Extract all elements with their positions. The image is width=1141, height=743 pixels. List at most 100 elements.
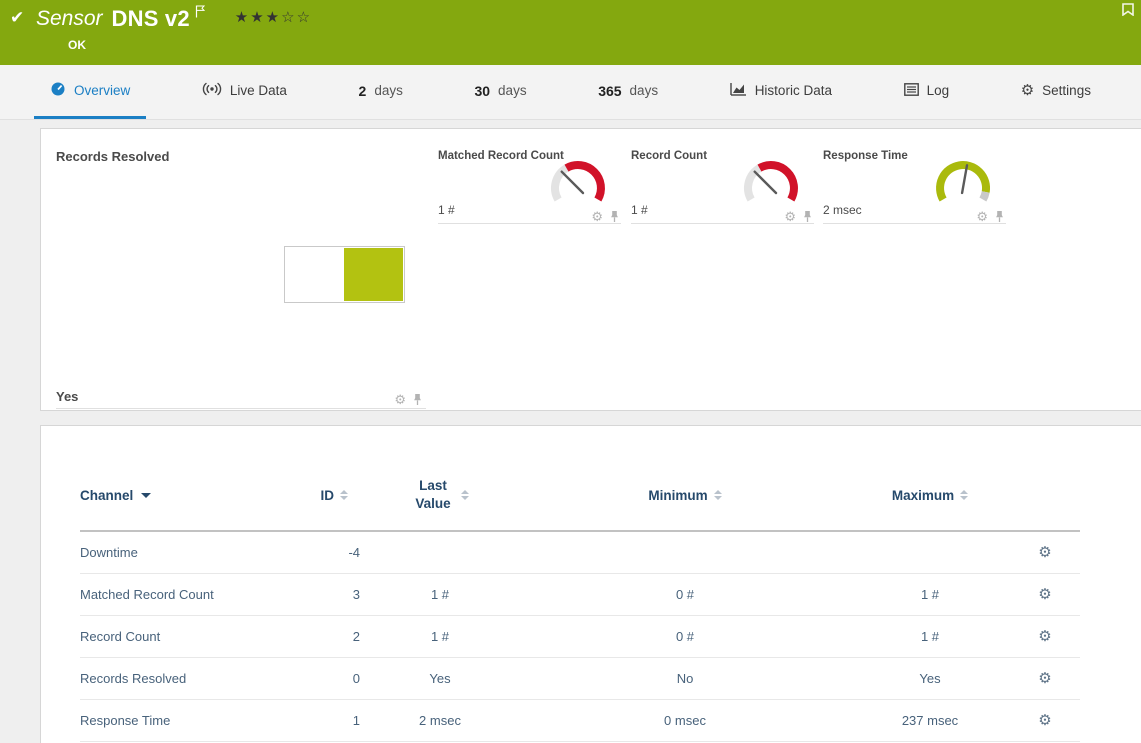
- tab-live-data-label: Live Data: [230, 83, 287, 98]
- table-row: Downtime -4 ⚙: [80, 531, 1080, 574]
- cell-maximum: 1 #: [850, 574, 1010, 616]
- minichart-green-block: [344, 248, 404, 301]
- channel-settings-gear-icon[interactable]: ⚙: [1038, 712, 1051, 729]
- cell-last-value: 1 #: [360, 616, 520, 658]
- col-header-maximum[interactable]: Maximum: [850, 470, 1010, 531]
- gauge-title: Response Time: [823, 150, 908, 162]
- tab-log-label: Log: [927, 83, 950, 98]
- tab-live-data[interactable]: Live Data: [186, 65, 303, 119]
- cell-id: 0: [290, 658, 360, 700]
- cell-minimum: [520, 531, 850, 574]
- priority-stars[interactable]: ★★★☆☆: [235, 8, 312, 26]
- table-row: Records Resolved 0 Yes No Yes ⚙: [80, 658, 1080, 700]
- col-header-minimum[interactable]: Minimum: [520, 470, 850, 531]
- cell-maximum: 1 #: [850, 616, 1010, 658]
- cell-minimum: No: [520, 658, 850, 700]
- tile-pin-icon[interactable]: [803, 210, 812, 223]
- sort-icon: [714, 490, 722, 500]
- records-resolved-value: Yes: [56, 389, 78, 404]
- gauge-title: Record Count: [631, 150, 707, 162]
- channel-settings-gear-icon[interactable]: ⚙: [1038, 670, 1051, 687]
- overview-panel: Records Resolved Yes ⚙ Matched Record Co…: [40, 128, 1141, 411]
- cell-maximum: 237 msec: [850, 700, 1010, 742]
- cell-channel: Downtime: [80, 531, 290, 574]
- col-header-minimum-label: Minimum: [648, 488, 707, 503]
- cell-channel: Matched Record Count: [80, 574, 290, 616]
- col-header-actions: [1010, 470, 1080, 531]
- tile-toolbar: ⚙: [591, 210, 619, 223]
- cell-id: -4: [290, 531, 360, 574]
- cell-last-value: 2 msec: [360, 700, 520, 742]
- records-resolved-title: Records Resolved: [56, 149, 169, 164]
- records-resolved-tile: Records Resolved Yes ⚙: [56, 146, 426, 409]
- cell-channel: Record Count: [80, 616, 290, 658]
- tab-30-days-number: 30: [474, 83, 490, 99]
- cell-minimum: 0 msec: [520, 700, 850, 742]
- tile-pin-icon[interactable]: [995, 210, 1004, 223]
- tile-gear-icon[interactable]: ⚙: [976, 210, 988, 223]
- tile-gear-icon[interactable]: ⚙: [784, 210, 796, 223]
- tab-overview-label: Overview: [74, 83, 130, 98]
- sensor-titleline: Sensor DNS v2 ★★★☆☆: [36, 5, 312, 33]
- gauge-tile-response-time: Response Time 2 msec ⚙: [823, 146, 1006, 224]
- table-row: Matched Record Count 3 1 # 0 # 1 # ⚙: [80, 574, 1080, 616]
- tab-2-days-number: 2: [359, 83, 367, 99]
- red-gauge-icon: [543, 152, 613, 213]
- cell-id: 1: [290, 700, 360, 742]
- sensor-status-header: ✔ Sensor DNS v2 ★★★☆☆ OK: [0, 0, 1141, 65]
- red-gauge-icon: [736, 152, 806, 213]
- tile-pin-icon[interactable]: [413, 393, 422, 406]
- cell-maximum: [850, 531, 1010, 574]
- sensor-name: DNS v2: [112, 6, 190, 32]
- tab-historic-data[interactable]: Historic Data: [714, 65, 848, 119]
- channel-settings-gear-icon[interactable]: ⚙: [1038, 586, 1051, 603]
- live-signal-icon: [202, 82, 222, 99]
- records-resolved-minichart: [284, 246, 405, 303]
- col-header-id[interactable]: ID: [290, 470, 360, 531]
- channel-settings-gear-icon[interactable]: ⚙: [1038, 544, 1051, 561]
- status-ok-check-icon: ✔: [10, 8, 24, 28]
- col-header-channel-label: Channel: [80, 488, 133, 503]
- sort-icon: [340, 490, 348, 500]
- tab-2-days-label: days: [374, 83, 403, 98]
- cell-minimum: 0 #: [520, 574, 850, 616]
- bookmark-icon[interactable]: [1122, 3, 1134, 21]
- tile-toolbar: ⚙: [976, 210, 1004, 223]
- gauge-value: 2 msec: [823, 203, 862, 217]
- tab-365-days-number: 365: [598, 83, 621, 99]
- tile-toolbar: ⚙: [784, 210, 812, 223]
- log-list-icon: [904, 83, 919, 99]
- tab-historic-data-label: Historic Data: [755, 83, 832, 98]
- col-header-channel[interactable]: Channel: [80, 470, 290, 531]
- gauge-value: 1 #: [631, 203, 648, 217]
- channel-settings-gear-icon[interactable]: ⚙: [1038, 628, 1051, 645]
- tab-overview[interactable]: Overview: [34, 65, 146, 119]
- cell-last-value: Yes: [360, 658, 520, 700]
- tab-2-days[interactable]: 2 days: [343, 65, 419, 119]
- cell-id: 3: [290, 574, 360, 616]
- tab-settings[interactable]: ⚙ Settings: [1005, 65, 1107, 119]
- tile-gear-icon[interactable]: ⚙: [591, 210, 603, 223]
- col-header-last-value[interactable]: Last Value: [360, 470, 520, 531]
- cell-id: 2: [290, 616, 360, 658]
- col-header-last-value-label: Last Value: [411, 477, 455, 513]
- tab-365-days[interactable]: 365 days: [582, 65, 674, 119]
- channels-table: Channel ID Last Value: [80, 470, 1080, 742]
- tab-log[interactable]: Log: [888, 65, 966, 119]
- tile-pin-icon[interactable]: [610, 210, 619, 223]
- sort-icon: [960, 490, 968, 500]
- col-header-maximum-label: Maximum: [892, 488, 954, 503]
- cell-last-value: [360, 531, 520, 574]
- chevron-down-icon: [141, 493, 151, 498]
- sort-icon: [461, 490, 469, 500]
- prtg-sensor-page: ✔ Sensor DNS v2 ★★★☆☆ OK Overview: [0, 0, 1141, 743]
- tab-30-days[interactable]: 30 days: [458, 65, 542, 119]
- cell-channel: Response Time: [80, 700, 290, 742]
- table-row: Response Time 1 2 msec 0 msec 237 msec ⚙: [80, 700, 1080, 742]
- table-header-row: Channel ID Last Value: [80, 470, 1080, 531]
- green-gauge-icon: [928, 152, 998, 213]
- tile-gear-icon[interactable]: ⚙: [394, 393, 406, 406]
- area-chart-icon: [730, 82, 747, 99]
- flag-icon[interactable]: [195, 5, 205, 23]
- gauge-tile-record-count: Record Count 1 # ⚙: [631, 146, 814, 224]
